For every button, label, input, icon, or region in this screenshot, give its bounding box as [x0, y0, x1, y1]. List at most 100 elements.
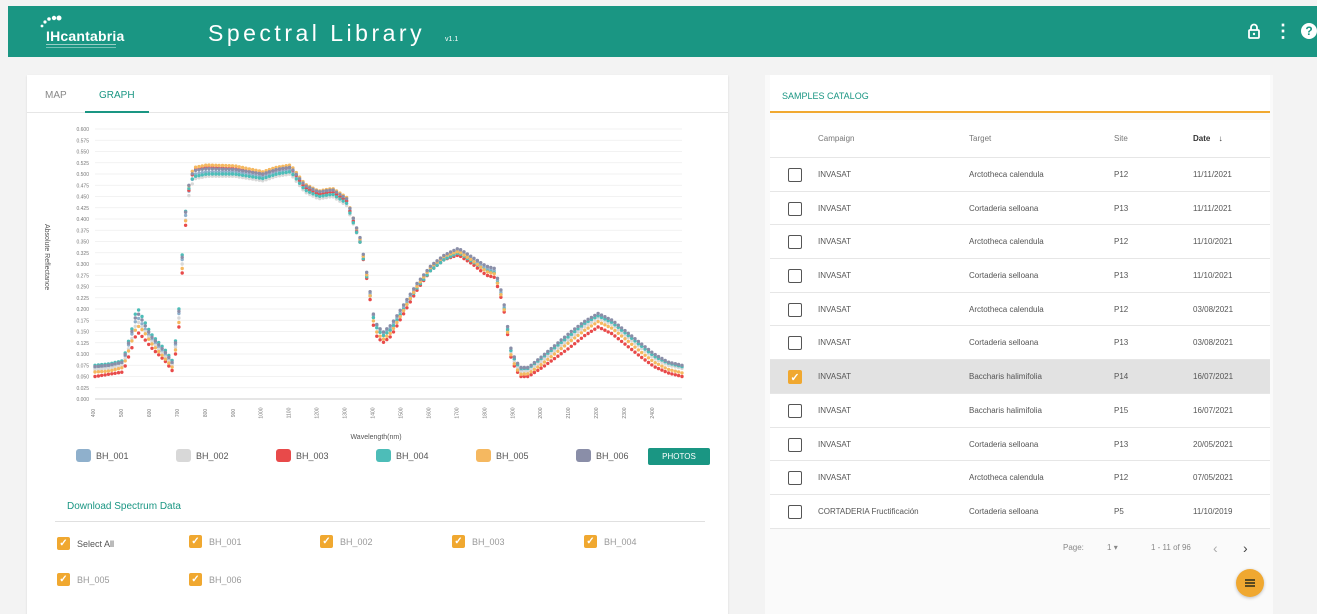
chevron-left-icon[interactable]: ‹ — [1213, 540, 1218, 556]
data-point — [566, 338, 570, 342]
checkbox[interactable] — [788, 269, 802, 284]
page-select[interactable]: 1 ▾ — [1107, 543, 1118, 552]
data-point — [224, 163, 228, 168]
download-checkbox-bh006[interactable]: ✓ BH_006 — [189, 573, 242, 586]
legend-item-bh002[interactable]: BH_002 — [176, 449, 229, 462]
data-point — [110, 372, 114, 376]
legend-item-bh006[interactable]: BH_006 — [576, 449, 629, 462]
cell-site: P12 — [1114, 473, 1129, 483]
data-point — [556, 354, 560, 358]
data-point — [200, 173, 204, 177]
data-point — [495, 284, 500, 289]
column-header-campaign[interactable]: Campaign — [818, 134, 854, 143]
data-point — [489, 265, 493, 270]
table-row[interactable]: INVASAT Cortaderia selloana P13 11/10/2021 — [770, 259, 1270, 293]
tab-graph[interactable]: GRAPH — [99, 90, 135, 101]
x-tick-label: 2100 — [566, 407, 572, 418]
y-tick-label: 0.600 — [76, 127, 89, 133]
page-number: 1 — [1107, 543, 1112, 552]
data-point — [573, 336, 577, 340]
cell-site: P13 — [1114, 439, 1129, 449]
cell-date: 11/11/2021 — [1193, 203, 1232, 213]
active-tab-indicator — [85, 111, 149, 113]
download-checkbox-bh005[interactable]: ✓ BH_005 — [57, 573, 110, 586]
data-point — [640, 342, 644, 346]
help-icon[interactable]: ? — [1299, 20, 1317, 42]
data-point — [465, 252, 469, 256]
data-point — [177, 325, 181, 329]
chart-series — [93, 163, 684, 379]
checkbox[interactable] — [788, 336, 802, 351]
table-row[interactable]: INVASAT Baccharis halimifolia P15 16/07/202… — [770, 393, 1270, 428]
download-checkbox-bh001[interactable]: ✓ BH_001 — [189, 535, 242, 548]
table-row[interactable]: INVASAT Arctotheca calendula P12 07/05/2021 — [770, 461, 1270, 495]
legend-item-bh004[interactable]: BH_004 — [376, 449, 429, 462]
data-point — [502, 303, 506, 307]
legend-item-bh005[interactable]: BH_005 — [476, 449, 529, 462]
data-point — [583, 319, 587, 323]
data-point — [354, 230, 359, 235]
data-point — [388, 324, 392, 328]
table-row[interactable]: INVASAT Arctotheca calendula P12 11/10/2021 — [770, 225, 1270, 260]
data-point — [308, 186, 312, 190]
checkbox[interactable] — [788, 168, 802, 182]
download-checkbox-bh004[interactable]: ✓ BH_004 — [584, 535, 637, 548]
data-point — [133, 328, 137, 332]
data-point — [666, 371, 671, 375]
data-point — [673, 369, 677, 373]
data-point — [385, 337, 389, 342]
download-checkbox-bh002[interactable]: ✓ BH_002 — [320, 535, 373, 548]
notes-fab-button[interactable] — [1236, 569, 1264, 597]
x-tick-label: 1000 — [259, 407, 265, 418]
data-point — [573, 332, 577, 337]
tab-map[interactable]: MAP — [45, 90, 67, 101]
data-point — [636, 339, 641, 344]
checkbox[interactable] — [788, 201, 802, 216]
table-row[interactable]: CORTADERIA Fructificación Cortaderia sell… — [770, 494, 1270, 529]
download-checkbox-bh003[interactable]: ✓ BH_003 — [452, 535, 505, 548]
checkbox[interactable] — [788, 504, 802, 519]
checkbox[interactable] — [788, 235, 802, 250]
data-point — [388, 328, 392, 332]
y-tick-label: 0.025 — [76, 386, 89, 392]
checkbox[interactable] — [788, 471, 802, 486]
table-row[interactable]: INVASAT Cortaderia selloana P13 11/11/2021 — [770, 191, 1270, 226]
x-tick-label: 2300 — [622, 407, 628, 418]
checkbox[interactable] — [788, 302, 802, 317]
legend-item-bh003[interactable]: BH_003 — [276, 449, 329, 462]
data-point — [375, 330, 379, 334]
checkbox-checked-icon: ✓ — [320, 535, 333, 548]
data-point — [606, 316, 610, 321]
table-row[interactable]: ✓ INVASAT Baccharis halimifolia P14 16/07/20… — [770, 360, 1270, 394]
table-row[interactable]: INVASAT Cortaderia selloana P13 20/05/2021 — [770, 427, 1270, 462]
legend-item-bh001[interactable]: BH_001 — [76, 449, 129, 462]
checkbox-checked[interactable]: ✓ — [788, 370, 802, 385]
data-point — [190, 172, 194, 176]
column-header-site[interactable]: Site — [1114, 134, 1128, 143]
data-point — [485, 264, 490, 269]
table-row[interactable]: INVASAT Arctotheca calendula P12 11/11/2021 — [770, 158, 1270, 192]
data-point — [442, 258, 446, 262]
table-row[interactable]: INVASAT Cortaderia selloana P13 03/08/2021 — [770, 326, 1270, 361]
data-point — [110, 362, 114, 367]
checkbox[interactable] — [788, 403, 802, 418]
cell-campaign: INVASAT — [818, 405, 852, 415]
select-all-checkbox[interactable]: ✓ Select All — [57, 537, 114, 550]
more-vert-icon[interactable]: ⋮ — [1273, 20, 1293, 42]
data-point — [328, 193, 332, 197]
column-header-target[interactable]: Target — [969, 134, 991, 143]
data-point — [586, 331, 590, 336]
data-point — [650, 358, 654, 363]
data-point — [680, 374, 684, 379]
checkbox[interactable] — [788, 437, 802, 452]
cell-target: Cortaderia selloana — [969, 203, 1039, 213]
data-point — [120, 370, 124, 374]
lock-icon[interactable] — [1244, 20, 1264, 42]
column-header-date[interactable]: Date ↓ — [1193, 134, 1223, 143]
table-row[interactable]: INVASAT Arctotheca calendula P12 03/08/2021 — [770, 292, 1270, 327]
chevron-right-icon[interactable]: › — [1243, 540, 1248, 556]
data-point — [133, 335, 137, 339]
data-point — [96, 374, 101, 378]
photos-button[interactable]: PHOTOS — [648, 448, 710, 465]
data-point — [515, 368, 520, 372]
